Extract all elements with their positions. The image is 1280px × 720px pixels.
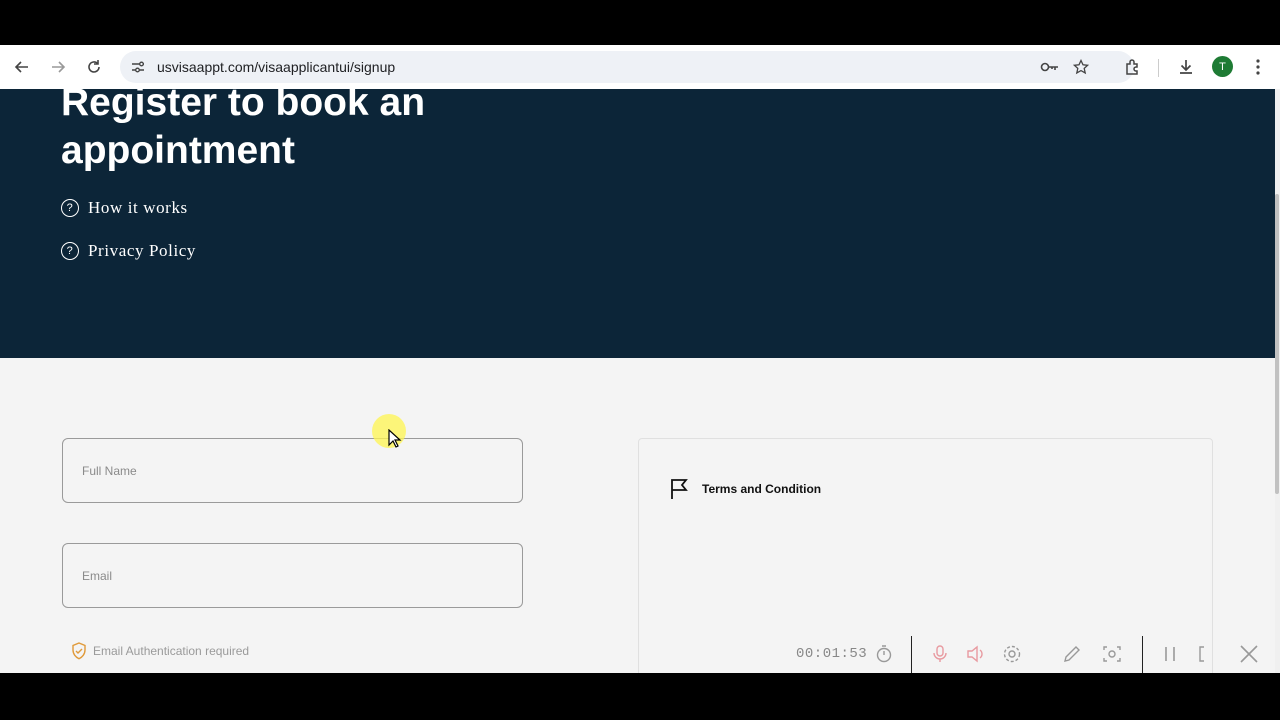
full-name-input[interactable]: [63, 439, 522, 502]
speaker-icon[interactable]: [966, 644, 986, 664]
hero-banner: Register to book an appointment ? How it…: [0, 89, 1275, 358]
back-button[interactable]: [8, 53, 36, 81]
how-it-works-link[interactable]: ? How it works: [61, 198, 188, 218]
bottom-letterbox: [0, 673, 1280, 720]
email-field[interactable]: [62, 543, 523, 608]
pause-icon[interactable]: [1160, 644, 1180, 664]
how-it-works-label[interactable]: How it works: [88, 198, 188, 218]
terms-header: Terms and Condition: [670, 478, 821, 500]
question-circle-icon: ?: [61, 242, 79, 260]
recording-timer: 00:01:53: [796, 646, 868, 662]
extensions-icon[interactable]: [1121, 55, 1145, 79]
browser-toolbar: usvisaappt.com/visaapplicantui/signup T: [0, 45, 1280, 89]
profile-avatar[interactable]: T: [1212, 56, 1233, 77]
site-settings-icon[interactable]: [130, 59, 146, 75]
arrow-left-icon: [14, 61, 28, 73]
privacy-policy-link[interactable]: ? Privacy Policy: [61, 241, 196, 261]
reload-icon: [88, 60, 100, 73]
forward-button[interactable]: [44, 53, 72, 81]
arrow-right-icon: [52, 61, 66, 73]
question-circle-icon: ?: [61, 199, 79, 217]
page-viewport: Register to book an appointment ? How it…: [0, 89, 1280, 673]
full-name-field[interactable]: [62, 438, 523, 503]
scrollbar-thumb[interactable]: [1275, 194, 1279, 494]
email-auth-text: Email Authentication required: [93, 644, 250, 658]
downloads-icon[interactable]: [1174, 55, 1198, 79]
gear-icon[interactable]: [1002, 644, 1022, 664]
page-title: Register to book an appointment: [61, 89, 426, 172]
flag-icon: [671, 479, 688, 499]
recorder-divider: [911, 636, 912, 673]
email-input[interactable]: [63, 544, 522, 607]
terms-title: Terms and Condition: [702, 482, 822, 496]
screenshot-icon[interactable]: [1102, 644, 1122, 664]
recorder-divider: [1142, 636, 1143, 673]
address-bar[interactable]: usvisaappt.com/visaapplicantui/signup: [120, 51, 1134, 83]
privacy-policy-label[interactable]: Privacy Policy: [88, 241, 196, 261]
password-key-icon[interactable]: [1040, 57, 1060, 77]
microphone-icon[interactable]: [930, 644, 950, 664]
timer-icon[interactable]: [874, 644, 894, 664]
pencil-icon[interactable]: [1062, 644, 1082, 664]
mouse-pointer-icon: [388, 429, 402, 448]
kebab-menu-icon[interactable]: [1246, 55, 1270, 79]
screen-recorder-bar: 00:01:53: [790, 634, 1270, 673]
stop-icon[interactable]: [1192, 644, 1212, 664]
shield-check-icon: [72, 642, 86, 660]
close-icon[interactable]: [1239, 644, 1259, 664]
bookmark-star-icon[interactable]: [1071, 57, 1091, 77]
toolbar-separator: [1158, 59, 1159, 77]
reload-button[interactable]: [80, 53, 108, 81]
email-auth-note: Email Authentication required: [71, 642, 249, 660]
url-text[interactable]: usvisaappt.com/visaapplicantui/signup: [157, 59, 395, 75]
top-letterbox: [0, 0, 1280, 45]
